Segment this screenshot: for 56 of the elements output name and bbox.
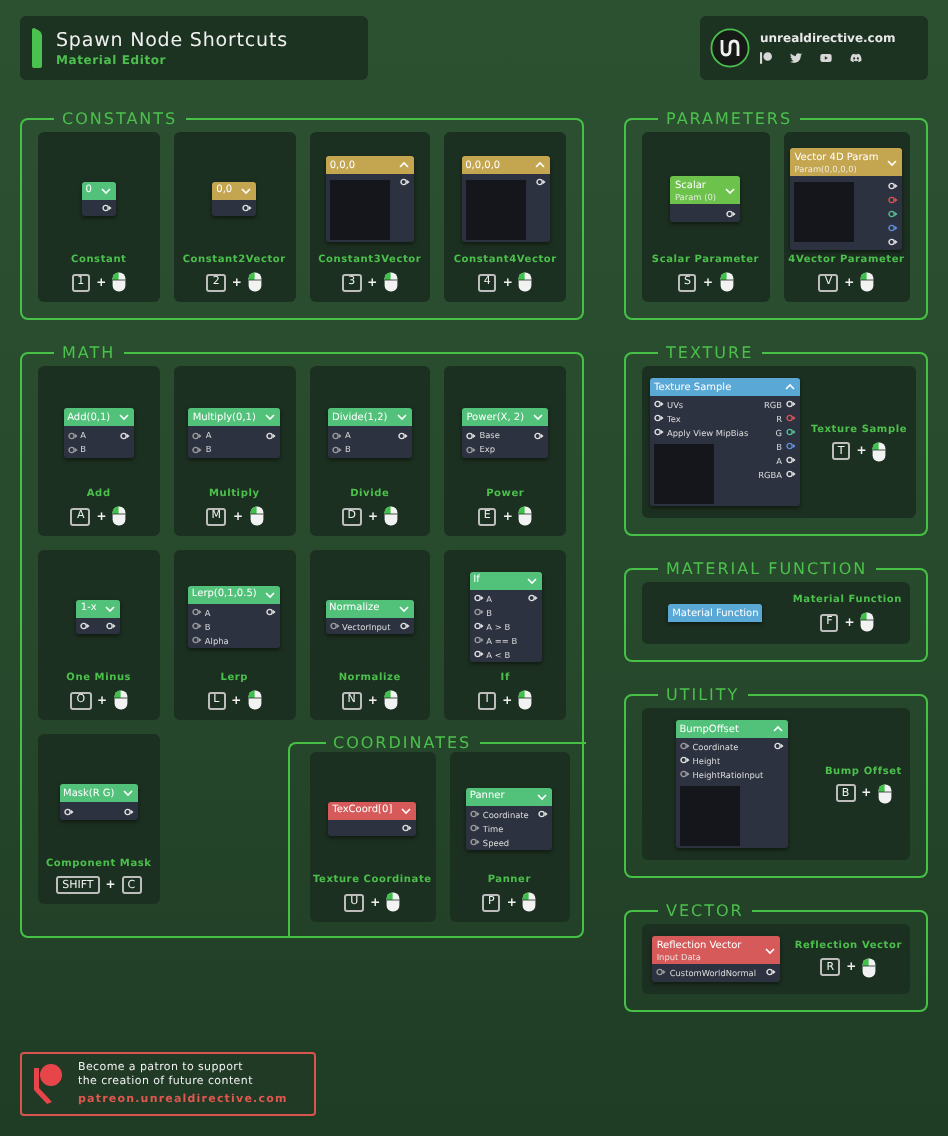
mouse-icon <box>247 690 262 710</box>
chevron-down-icon[interactable] <box>536 791 549 802</box>
mouse-icon <box>384 506 399 526</box>
controller-icon[interactable] <box>850 52 862 64</box>
mouse-icon <box>862 957 877 978</box>
chevron-down-icon[interactable] <box>724 185 737 196</box>
chevron-up-icon[interactable] <box>783 382 796 392</box>
chevron-down-icon[interactable] <box>886 157 899 168</box>
mouse-icon <box>860 272 875 292</box>
chevron-down-icon[interactable] <box>532 412 545 423</box>
chevron-up-icon[interactable] <box>771 724 784 734</box>
chevron-down-icon[interactable] <box>400 805 413 816</box>
chevron-down-icon[interactable] <box>118 412 131 423</box>
patron-logo-icon <box>34 1064 62 1104</box>
mouse-icon <box>383 690 398 710</box>
mouse-icon <box>719 272 733 292</box>
section-title: MATH <box>60 344 118 362</box>
page-title: Spawn Node Shortcuts <box>56 29 288 51</box>
mouse-icon <box>518 506 533 526</box>
mouse-icon <box>386 892 401 912</box>
chevron-down-icon[interactable] <box>122 788 135 799</box>
chevron-down-icon[interactable] <box>395 412 408 423</box>
chevron-up-icon[interactable] <box>397 160 410 170</box>
section-title: TEXTURE <box>664 344 756 362</box>
section-title: MATERIAL FUNCTION <box>664 560 870 578</box>
section-title: CONSTANTS <box>60 110 180 128</box>
mouse-icon <box>249 506 264 526</box>
mouse-icon <box>112 506 127 526</box>
mouse-icon <box>518 272 533 292</box>
chevron-down-icon[interactable] <box>240 185 253 196</box>
accent-bar-icon <box>32 28 42 68</box>
patron-icon[interactable] <box>760 52 772 64</box>
chevron-down-icon[interactable] <box>398 603 411 614</box>
mouse-icon <box>383 272 398 292</box>
chevron-down-icon[interactable] <box>99 185 112 196</box>
chevron-down-icon[interactable] <box>264 589 277 600</box>
mouse-icon <box>522 892 537 912</box>
section-title: UTILITY <box>664 686 742 704</box>
chevron-up-icon[interactable] <box>533 160 546 170</box>
mouse-icon <box>518 690 533 710</box>
bird-icon[interactable] <box>790 52 802 64</box>
mouse-icon <box>247 272 262 292</box>
mouse-icon <box>877 783 892 803</box>
mouse-icon <box>112 272 127 292</box>
logo-icon <box>710 28 750 68</box>
section-title: PARAMETERS <box>664 110 795 128</box>
chevron-down-icon[interactable] <box>263 412 276 423</box>
mouse-icon <box>872 441 887 461</box>
section-title: VECTOR <box>664 902 746 920</box>
chevron-down-icon[interactable] <box>525 575 538 586</box>
chevron-down-icon[interactable] <box>764 945 777 955</box>
section-title: COORDINATES <box>331 734 474 752</box>
mouse-icon <box>113 690 128 710</box>
video-play-icon[interactable] <box>820 52 832 64</box>
chevron-down-icon[interactable] <box>104 603 117 614</box>
mouse-icon <box>860 612 875 632</box>
